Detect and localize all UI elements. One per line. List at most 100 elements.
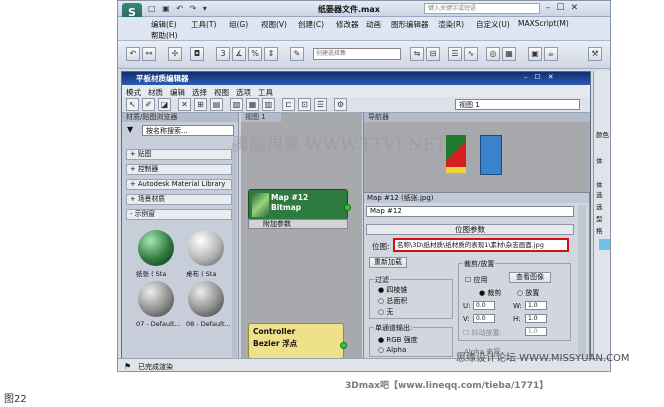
view-tab[interactable]: 视图 1: [241, 113, 281, 122]
mono-alpha-radio[interactable]: ○ Alpha: [378, 346, 406, 354]
bitmap-node-extra-params[interactable]: 附加参数: [248, 219, 348, 229]
material-editor-window-controls[interactable]: –☐✕: [524, 73, 561, 81]
map-name-field[interactable]: Map #12: [366, 206, 574, 217]
move-icon[interactable]: ◘: [190, 47, 204, 61]
browser-search-input[interactable]: 按名称搜索...: [142, 125, 234, 136]
help-search-input[interactable]: 键入关键字或短语: [424, 3, 540, 14]
layer-icon[interactable]: ☰: [448, 47, 462, 61]
snap-icon[interactable]: 3: [216, 47, 230, 61]
controller-output-socket[interactable]: [340, 342, 347, 349]
mat-map-navigator-icon[interactable]: ⊡: [298, 98, 311, 111]
layout-icon[interactable]: ▥: [262, 98, 275, 111]
mirror-icon[interactable]: ⇋: [410, 47, 424, 61]
render-frame-icon[interactable]: ▣: [528, 47, 542, 61]
hammer-icon[interactable]: ⚒: [588, 47, 602, 61]
menu-group[interactable]: 组(G): [229, 19, 248, 30]
u-spinner[interactable]: 0.0: [473, 301, 495, 310]
category-controllers[interactable]: + 控制器: [126, 164, 232, 175]
view-image-button[interactable]: 查看图像: [509, 272, 551, 283]
side-item-3[interactable]: 体: [596, 179, 603, 189]
h-spinner[interactable]: 1.0: [525, 314, 547, 323]
side-item-5[interactable]: 选: [596, 201, 603, 211]
render-setup-icon[interactable]: ▦: [502, 47, 516, 61]
category-maps[interactable]: + 贴图: [126, 149, 232, 160]
pick-material-icon[interactable]: ✐: [142, 98, 155, 111]
menu-maxscript[interactable]: MAXScript(M): [518, 19, 569, 28]
side-item-6[interactable]: 型: [596, 213, 603, 223]
color-swatch[interactable]: [599, 239, 610, 250]
sample-sphere-tablecloth[interactable]: [188, 230, 224, 266]
apply-checkbox[interactable]: ☐ 应用: [465, 275, 488, 285]
jitter-checkbox[interactable]: ☐ 抖动放置:: [463, 328, 502, 338]
browser-header: 材质/贴图浏览器: [122, 113, 238, 122]
menu-help[interactable]: 帮助(H): [151, 30, 178, 41]
percent-snap-icon[interactable]: %: [248, 47, 262, 61]
menu-graph-editors[interactable]: 图形编辑器: [391, 19, 429, 30]
filter-summed-area-radio[interactable]: ○ 总面积: [378, 296, 407, 306]
quick-access-toolbar[interactable]: ▢ ▣ ↶ ↷ ▾: [148, 4, 209, 13]
filter-none-radio[interactable]: ○ 无: [378, 307, 393, 317]
side-item-4[interactable]: 选: [596, 189, 603, 199]
category-sample-slots[interactable]: - 示例窗: [126, 209, 232, 220]
link-icon[interactable]: ⚯: [142, 47, 156, 61]
menu-views[interactable]: 视图(V): [261, 19, 287, 30]
align-icon[interactable]: ⊟: [426, 47, 440, 61]
sample-sphere-default-07[interactable]: [138, 281, 174, 317]
spinner-snap-icon[interactable]: ⇕: [264, 47, 278, 61]
show-background-icon[interactable]: ▦: [246, 98, 259, 111]
delete-icon[interactable]: ✕: [178, 98, 191, 111]
sample-sphere-paper[interactable]: [138, 230, 174, 266]
filter-pyramidal-radio[interactable]: ● 四棱锥: [378, 285, 407, 295]
side-item-2[interactable]: 体: [596, 155, 603, 165]
category-scene-materials[interactable]: + 场景材质: [126, 194, 232, 205]
v-spinner[interactable]: 0.0: [473, 314, 495, 323]
hide-unused-icon[interactable]: ▤: [210, 98, 223, 111]
select-by-material-icon[interactable]: ⚙: [334, 98, 347, 111]
render-icon[interactable]: ☕: [544, 47, 558, 61]
menu-edit[interactable]: 编辑(E): [151, 19, 177, 30]
bitmap-path-button[interactable]: 名称\3D\纸材质\纸材质的表现1\素材\杂志画面.jpg: [393, 238, 569, 252]
undo-icon[interactable]: ↶: [126, 47, 140, 61]
angle-snap-icon[interactable]: ∡: [232, 47, 246, 61]
bitmap-output-socket[interactable]: [344, 204, 351, 211]
curve-editor-icon[interactable]: ∿: [464, 47, 478, 61]
bitmap-params-rollout[interactable]: 位图参数: [366, 224, 574, 235]
category-autodesk-library[interactable]: + Autodesk Material Library: [126, 179, 232, 190]
side-item-7[interactable]: 格: [596, 225, 603, 235]
menu-tools[interactable]: 工具(T): [191, 19, 216, 30]
navigator-viewport-rect[interactable]: [480, 135, 502, 175]
side-item-1[interactable]: 颜色: [596, 129, 609, 139]
place-radio[interactable]: ○ 放置: [517, 288, 539, 298]
material-editor-icon[interactable]: ◎: [486, 47, 500, 61]
controller-node[interactable]: Controller Bezier 浮点: [248, 323, 344, 359]
mono-rgb-radio[interactable]: ● RGB 强度: [378, 335, 418, 345]
move-children-icon[interactable]: ⊞: [194, 98, 207, 111]
menu-create[interactable]: 创建(C): [298, 19, 324, 30]
navigator-thumb-controller[interactable]: [446, 167, 466, 173]
sample-sphere-default-08[interactable]: [188, 281, 224, 317]
browser-options-icon[interactable]: ▼: [127, 125, 133, 134]
reload-button[interactable]: 重新加载: [369, 257, 407, 268]
bitmap-node[interactable]: Map #12 Bitmap: [248, 189, 348, 220]
select-icon[interactable]: ✢: [168, 47, 182, 61]
navigator-thumb-material[interactable]: [446, 135, 466, 167]
browser-scrollbar[interactable]: [232, 143, 237, 357]
parameter-editor-icon[interactable]: ☰: [314, 98, 327, 111]
menu-animation[interactable]: 动画: [366, 19, 381, 30]
parameter-scrollbar[interactable]: [578, 205, 586, 357]
window-controls[interactable]: –☐✕: [546, 3, 584, 13]
slot-label-default-07: 07 - Default...: [136, 320, 181, 328]
layout-children-icon[interactable]: ⊏: [282, 98, 295, 111]
menu-rendering[interactable]: 渲染(R): [438, 19, 464, 30]
assign-material-icon[interactable]: ◪: [158, 98, 171, 111]
show-map-icon[interactable]: ▨: [230, 98, 243, 111]
w-spinner[interactable]: 1.0: [525, 301, 547, 310]
named-set-icon[interactable]: ✎: [290, 47, 304, 61]
crop-radio[interactable]: ● 裁剪: [479, 288, 501, 298]
select-tool-icon[interactable]: ↖: [126, 98, 139, 111]
menu-customize[interactable]: 自定义(U): [476, 19, 510, 30]
view-dropdown[interactable]: 视图 1: [455, 99, 580, 110]
menu-modifiers[interactable]: 修改器: [336, 19, 359, 30]
jitter-spinner[interactable]: 1.0: [525, 327, 547, 336]
selection-set-dropdown[interactable]: 创建选择集: [313, 48, 401, 60]
